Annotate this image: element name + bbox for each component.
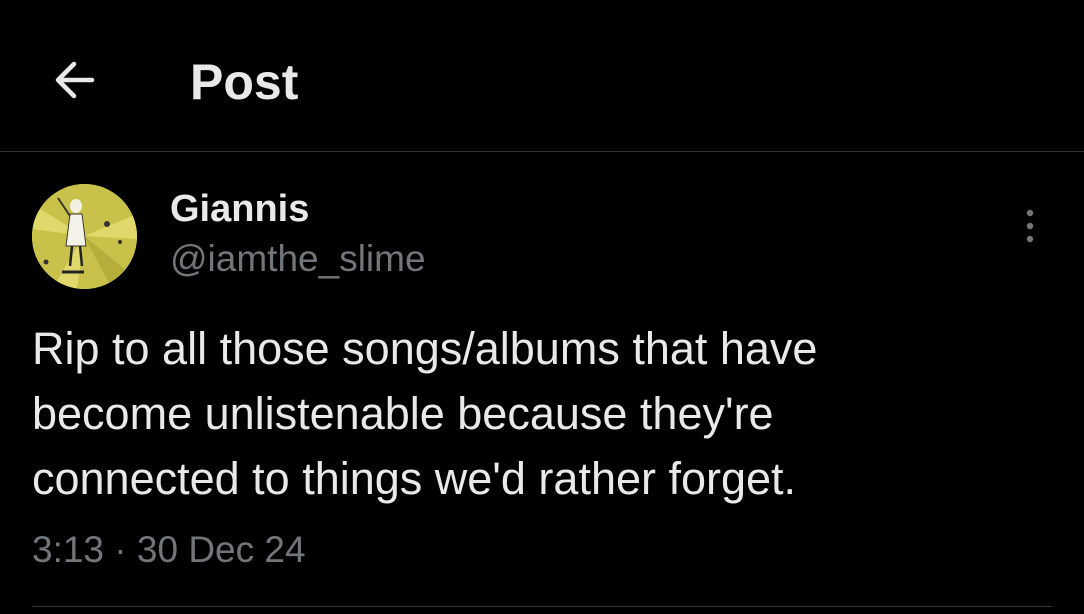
timestamp-separator: ·: [114, 529, 127, 570]
post-timestamp[interactable]: 3:13 · 30 Dec 24: [32, 526, 306, 574]
arrow-left-icon: [55, 61, 95, 99]
author-handle[interactable]: @iamthe_slime: [170, 236, 426, 282]
more-vertical-icon: [1026, 209, 1034, 243]
post-date: 30 Dec 24: [136, 529, 306, 570]
back-button[interactable]: [44, 50, 104, 110]
post-text: Rip to all those songs/albums that have …: [32, 323, 818, 504]
author-display-name[interactable]: Giannis: [170, 186, 309, 232]
top-bar: Post: [0, 0, 1084, 152]
avatar[interactable]: [32, 184, 137, 289]
page-title: Post: [190, 54, 299, 110]
more-options-button[interactable]: [1008, 204, 1052, 248]
divider: [32, 606, 1052, 607]
avatar-image: [32, 184, 137, 289]
post-time: 3:13: [32, 529, 105, 570]
